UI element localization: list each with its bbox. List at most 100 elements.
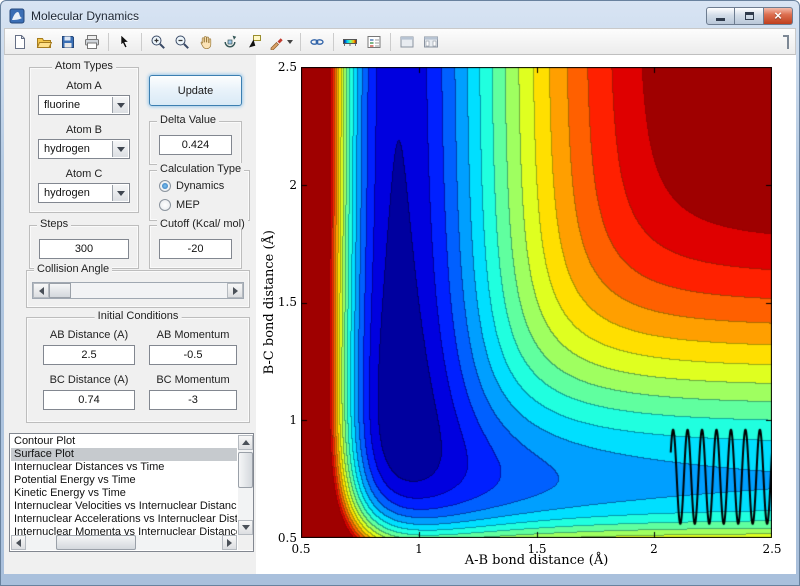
show-plot-tools-button[interactable] [420, 31, 442, 53]
figure-content: Atom Types Atom A fluorine Atom B hydrog… [4, 55, 796, 574]
maximize-button[interactable] [735, 6, 764, 25]
zoom-out-button[interactable] [171, 31, 193, 53]
ab-distance-field[interactable] [43, 345, 135, 365]
brush-tool-button[interactable] [267, 31, 295, 53]
ab-momentum-field[interactable] [149, 345, 237, 365]
atom-types-title: Atom Types [52, 60, 116, 72]
x-axis-label: A-B bond distance (Å) [464, 553, 609, 568]
toolbar-separator [141, 32, 142, 51]
close-button[interactable]: × [764, 6, 793, 25]
save-button[interactable] [57, 31, 79, 53]
contour-plot-canvas[interactable] [301, 67, 772, 538]
open-file-button[interactable] [33, 31, 55, 53]
list-item[interactable]: Surface Plot [11, 448, 237, 461]
insert-colorbar-button[interactable] [339, 31, 361, 53]
cutoff-panel: Cutoff (Kcal/ mol) [149, 218, 248, 269]
window-controls: × [706, 6, 793, 25]
maximize-icon [744, 11, 754, 20]
minimize-button[interactable] [706, 6, 735, 25]
data-cursor-button[interactable] [243, 31, 265, 53]
zoom-in-button[interactable] [147, 31, 169, 53]
scroll-track[interactable] [26, 535, 222, 550]
x-tick-label: 2.5 [762, 542, 782, 556]
vertical-scrollbar[interactable] [238, 435, 253, 535]
mep-radio-label: MEP [176, 199, 200, 211]
link-plots-button[interactable] [306, 31, 328, 53]
collision-angle-title: Collision Angle [34, 263, 113, 275]
dynamics-radio-label: Dynamics [176, 180, 225, 192]
save-icon [62, 35, 74, 48]
arrow-up-icon [241, 440, 250, 445]
rotate-3d-button[interactable] [219, 31, 241, 53]
bc-distance-field[interactable] [43, 390, 135, 410]
chevron-down-icon[interactable] [287, 39, 293, 44]
mep-radio[interactable]: MEP [159, 199, 200, 211]
hide-plot-tools-button[interactable] [396, 31, 418, 53]
update-button[interactable]: Update [149, 75, 242, 106]
cutoff-field[interactable] [159, 239, 232, 259]
pointer-tool-button[interactable] [114, 31, 136, 53]
list-item[interactable]: Contour Plot [11, 435, 237, 448]
slider-right-button[interactable] [227, 283, 243, 298]
list-item[interactable]: Kinetic Energy vs Time [11, 487, 237, 500]
atom-a-select[interactable]: fluorine [38, 95, 130, 115]
list-item[interactable]: Internuclear Momenta vs Internuclear Dis… [11, 526, 237, 535]
scroll-thumb[interactable] [56, 535, 136, 550]
bc-momentum-label: BC Momentum [156, 374, 230, 386]
cutoff-title: Cutoff (Kcal/ mol) [157, 218, 248, 230]
list-item[interactable]: Internuclear Velocities vs Internuclear … [11, 500, 237, 513]
print-button[interactable] [81, 31, 103, 53]
atom-a-value: fluorine [44, 99, 81, 111]
plot-type-listbox[interactable]: Contour Plot Surface Plot Internuclear D… [9, 433, 254, 552]
arrow-right-icon [227, 538, 232, 547]
scroll-track[interactable] [238, 450, 253, 520]
horizontal-scrollbar[interactable] [11, 535, 237, 550]
y-axis-label-wrap: B-C bond distance (Å) [260, 67, 278, 538]
listbox-items: Contour Plot Surface Plot Internuclear D… [11, 435, 237, 535]
scroll-up-button[interactable] [238, 435, 253, 450]
bc-distance-label: BC Distance (A) [49, 374, 129, 386]
atom-c-label: Atom C [65, 168, 103, 180]
atom-types-panel: Atom Types Atom A fluorine Atom B hydrog… [29, 60, 139, 213]
chevron-down-glyph [116, 146, 125, 152]
list-item[interactable]: Internuclear Distances vs Time [11, 461, 237, 474]
scroll-down-button[interactable] [238, 520, 253, 535]
y-axis-label: B-C bond distance (Å) [261, 230, 277, 375]
app-window: Molecular Dynamics × Atom Types Atom A f… [0, 0, 800, 586]
atom-c-select[interactable]: hydrogen [38, 183, 130, 203]
calculation-type-panel: Calculation Type Dynamics MEP [149, 163, 250, 221]
slider-left-button[interactable] [33, 283, 49, 298]
insert-legend-button[interactable] [363, 31, 385, 53]
chevron-down-icon[interactable] [112, 97, 128, 113]
delta-value-field[interactable] [159, 135, 232, 155]
toolbar-separator [333, 32, 334, 51]
toolbar-separator [300, 32, 301, 51]
dynamics-radio[interactable]: Dynamics [159, 180, 224, 192]
slider-thumb[interactable] [49, 283, 71, 298]
list-item[interactable]: Potential Energy vs Time [11, 474, 237, 487]
chevron-down-icon[interactable] [112, 185, 128, 201]
arrow-left-icon [38, 286, 44, 295]
hide-plot-tools-icon [400, 36, 414, 47]
toolbar-overflow-icon[interactable] [783, 34, 789, 49]
chevron-down-icon[interactable] [112, 141, 128, 157]
list-item[interactable]: Internuclear Accelerations vs Internucle… [11, 513, 237, 526]
scroll-right-button[interactable] [222, 535, 237, 550]
atom-a-label: Atom A [66, 80, 102, 92]
window-title: Molecular Dynamics [31, 8, 140, 23]
atom-b-select[interactable]: hydrogen [38, 139, 130, 159]
ab-distance-label: AB Distance (A) [49, 329, 129, 341]
titlebar[interactable]: Molecular Dynamics × [1, 1, 799, 28]
new-file-button[interactable] [9, 31, 31, 53]
pan-tool-button[interactable] [195, 31, 217, 53]
collision-angle-slider[interactable] [32, 282, 244, 299]
radio-icon [159, 199, 171, 211]
link-plots-icon [310, 38, 324, 45]
steps-field[interactable] [39, 239, 129, 259]
brush-icon [270, 37, 283, 50]
slider-track[interactable] [71, 283, 227, 298]
bc-momentum-field[interactable] [149, 390, 237, 410]
scroll-left-button[interactable] [11, 535, 26, 550]
pan-icon [200, 35, 212, 49]
scroll-thumb[interactable] [238, 452, 253, 488]
